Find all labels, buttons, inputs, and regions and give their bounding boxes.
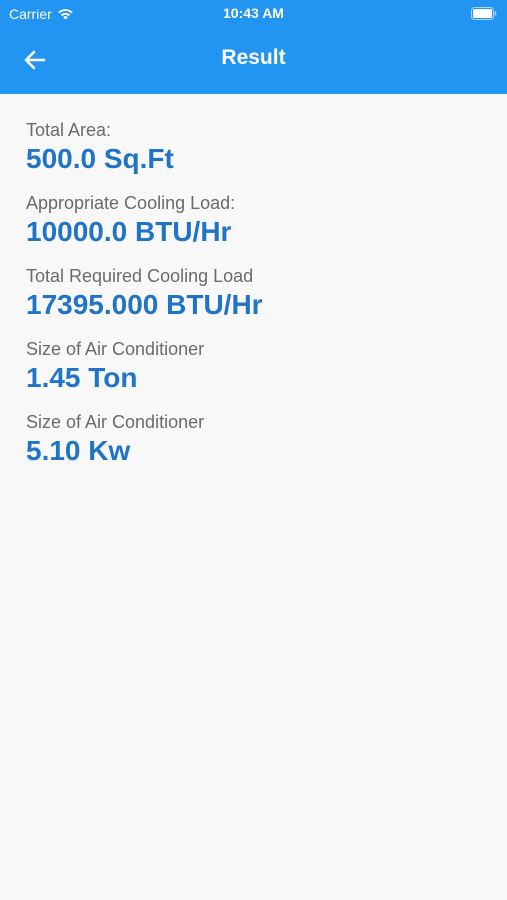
result-ac-size-ton: Size of Air Conditioner 1.45 Ton [26, 337, 486, 395]
result-ac-size-kw: Size of Air Conditioner 5.10 Kw [26, 410, 486, 468]
result-total-required-cooling-load: Total Required Cooling Load 17395.000 BT… [26, 264, 486, 322]
result-appropriate-cooling-load: Appropriate Cooling Load: 10000.0 BTU/Hr [26, 191, 486, 249]
result-value: 5.10 Kw [26, 435, 131, 466]
result-value: 10000.0 BTU/Hr [26, 216, 232, 247]
result-value: 1.45 Ton [26, 362, 138, 393]
status-time: 10:43 AM [223, 5, 284, 21]
results-list: Total Area: 500.0 Sq.Ft Appropriate Cool… [26, 118, 486, 483]
result-label: Size of Air Conditioner [26, 412, 205, 432]
result-label: Size of Air Conditioner [26, 339, 205, 359]
result-value: 17395.000 BTU/Hr [26, 289, 263, 320]
result-label: Total Required Cooling Load [26, 266, 254, 286]
app-header: Carrier 10:43 AM Result [0, 0, 507, 94]
result-total-area: Total Area: 500.0 Sq.Ft [26, 118, 486, 176]
nav-bar: Result [0, 36, 507, 84]
result-value: 500.0 Sq.Ft [26, 143, 174, 174]
result-label: Appropriate Cooling Load: [26, 193, 236, 213]
page-title: Result [221, 46, 286, 69]
battery-icon [471, 7, 497, 20]
result-label: Total Area: [26, 120, 112, 140]
status-bar: Carrier 10:43 AM [0, 0, 507, 28]
